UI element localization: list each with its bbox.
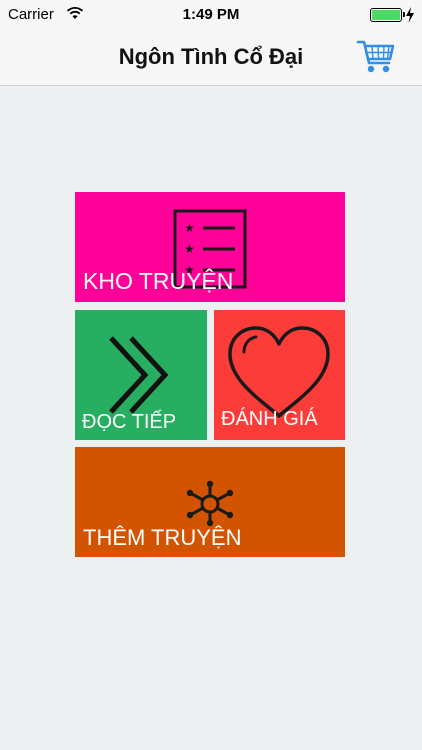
clock: 1:49 PM <box>182 6 240 23</box>
status-bar: Carrier 1:49 PM <box>0 0 422 30</box>
charging-icon <box>406 7 414 23</box>
tile-them-truyen[interactable]: THÊM TRUYỆN <box>75 447 345 557</box>
cart-icon[interactable] <box>356 38 396 76</box>
tile-label-doc-tiep: ĐỌC TIẾP <box>82 411 177 433</box>
tile-kho-truyen[interactable]: ★ ★ ★ KHO TRUYỆN <box>75 192 345 302</box>
svg-text:★: ★ <box>184 221 195 235</box>
battery-icon <box>370 8 405 22</box>
tile-danh-gia[interactable]: ĐÁNH GIÁ <box>214 310 345 440</box>
tile-doc-tiep[interactable]: ĐỌC TIẾP <box>75 310 207 440</box>
nav-bar: Ngôn Tình Cổ Đại <box>0 30 422 86</box>
double-chevron-icon <box>109 336 169 414</box>
tile-label-them-truyen: THÊM TRUYỆN <box>83 525 242 550</box>
svg-text:★: ★ <box>184 242 195 256</box>
network-icon <box>186 480 234 527</box>
tile-label-kho-truyen: KHO TRUYỆN <box>83 268 234 294</box>
tile-label-danh-gia: ĐÁNH GIÁ <box>221 408 318 430</box>
